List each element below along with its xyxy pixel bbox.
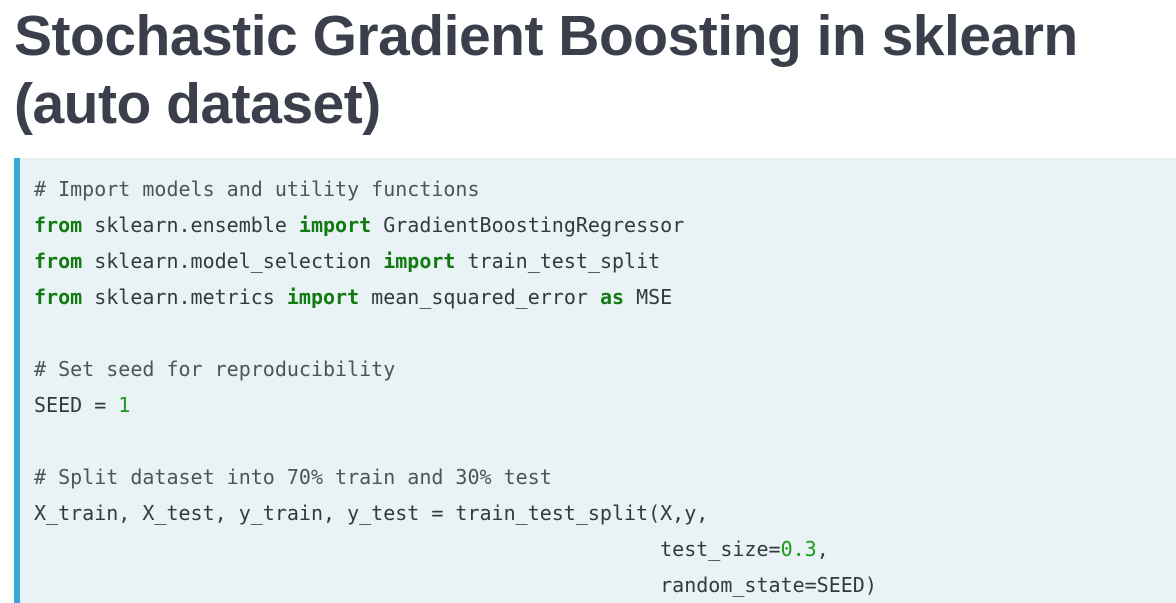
- keyword-import: import: [298, 213, 372, 237]
- code-line-import-ensemble: from sklearn.ensemble import GradientBoo…: [34, 207, 1176, 243]
- arg-separator: ,: [816, 537, 829, 561]
- imported-names: train_test_split: [455, 249, 661, 273]
- keyword-import: import: [383, 249, 456, 273]
- code-line-split-1: X_train, X_test, y_train, y_test = train…: [34, 501, 709, 525]
- page-title: Stochastic Gradient Boosting in sklearn …: [14, 4, 1078, 136]
- code-line-split-3: random_state=SEED): [34, 573, 877, 597]
- keyword-from: from: [34, 213, 83, 237]
- code-comment-split: # Split dataset into 70% train and 30% t…: [34, 465, 552, 489]
- module-name: sklearn.model_selection: [82, 249, 384, 273]
- imported-names: GradientBoostingRegressor: [371, 213, 685, 237]
- keyword-from: from: [34, 285, 83, 309]
- code-block: # Import models and utility functions fr…: [14, 158, 1176, 603]
- code-line-import-metrics: from sklearn.metrics import mean_squared…: [34, 279, 1176, 315]
- seed-assignment: SEED =: [34, 393, 119, 417]
- page: Stochastic Gradient Boosting in sklearn …: [0, 0, 1176, 603]
- seed-value: 1: [118, 393, 131, 417]
- test-size-arg: test_size=: [660, 537, 781, 561]
- code-line-import-model-selection: from sklearn.model_selection import trai…: [34, 243, 1176, 279]
- test-size-value: 0.3: [780, 537, 817, 561]
- keyword-import: import: [286, 285, 360, 309]
- keyword-as: as: [599, 285, 625, 309]
- code-line-seed: SEED = 1: [34, 387, 1176, 423]
- imported-names: mean_squared_error: [359, 285, 600, 309]
- code-comment-import: # Import models and utility functions: [34, 177, 480, 201]
- keyword-from: from: [34, 249, 83, 273]
- module-name: sklearn.ensemble: [82, 213, 299, 237]
- code-line-split-2: test_size=0.3,: [34, 531, 1176, 567]
- module-name: sklearn.metrics: [82, 285, 287, 309]
- code-comment-seed: # Set seed for reproducibility: [34, 357, 396, 381]
- import-alias: MSE: [624, 285, 673, 309]
